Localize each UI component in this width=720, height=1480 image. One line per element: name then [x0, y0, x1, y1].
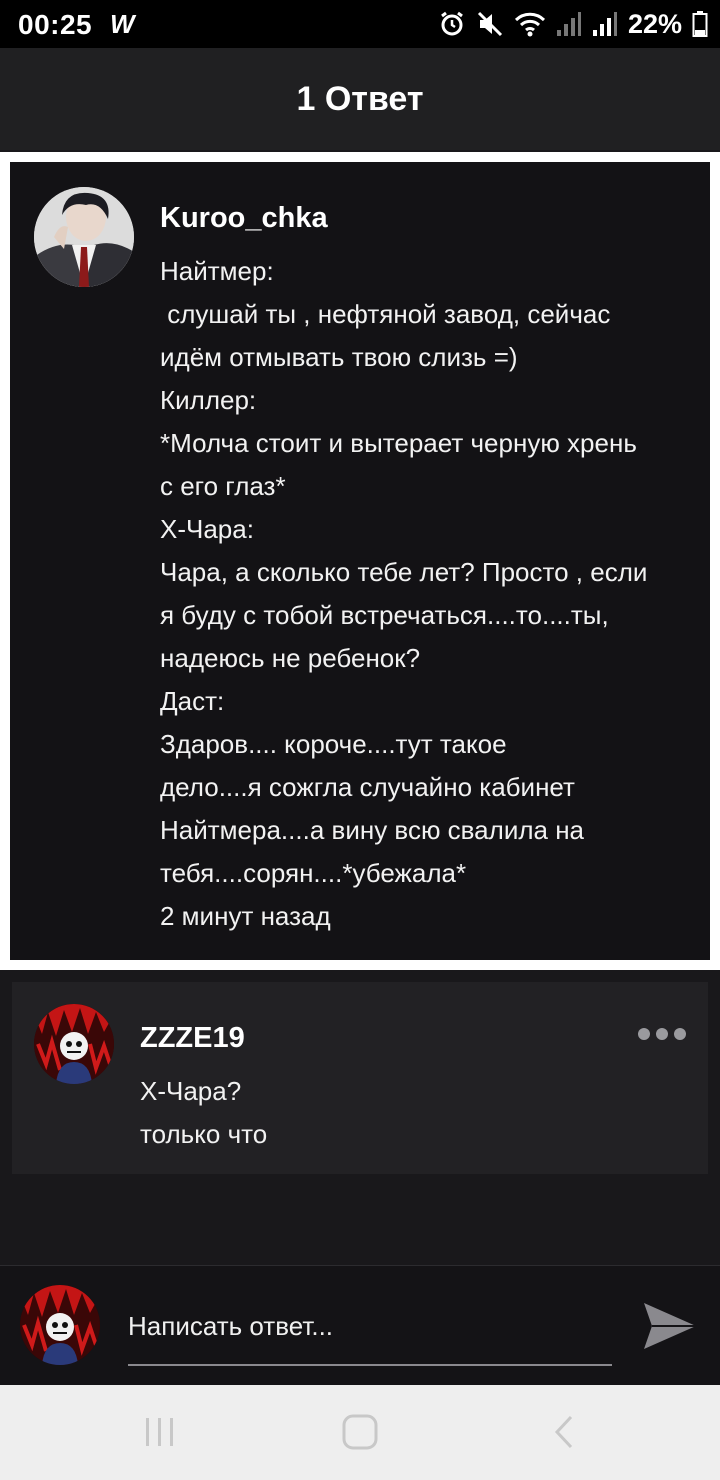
original-comment: Kuroo_chka Найтмер: слушай ты , нефтяной…	[10, 162, 710, 960]
post-line: идём отмывать твою слизь =)	[160, 342, 518, 372]
post-line: слушай ты , нефтяной завод, сейчас	[160, 299, 611, 329]
header: 1 Ответ	[0, 48, 720, 150]
post-line: X-Чара:	[160, 514, 254, 544]
more-options-icon[interactable]	[638, 1026, 690, 1042]
signal-icon	[592, 10, 618, 38]
post-line: Чара, а сколько тебе лет? Просто , если	[160, 557, 648, 587]
post-line: *Молча стоит и вытерает черную хрень	[160, 428, 637, 458]
post-frame: Kuroo_chka Найтмер: слушай ты , нефтяной…	[0, 152, 720, 970]
battery-percentage: 22%	[627, 8, 682, 39]
post-line: Здаров.... короче....тут такое	[160, 729, 507, 759]
wifi-icon	[514, 10, 546, 38]
post-line: Даст:	[160, 686, 225, 716]
send-button[interactable]	[640, 1296, 700, 1356]
system-nav-bar	[0, 1385, 720, 1480]
status-time: 00:25	[18, 9, 93, 40]
reply-body: X-Чара? только что	[140, 1070, 267, 1156]
back-button[interactable]	[546, 1412, 582, 1452]
post-line: тебя....сорян....*убежала*	[160, 858, 467, 888]
status-icons: 22%	[438, 8, 708, 40]
recent-apps-icon	[146, 1418, 173, 1446]
reply-composer	[0, 1265, 720, 1385]
reply-username[interactable]: ZZZE19	[140, 1022, 245, 1055]
post-body: Найтмер: слушай ты , нефтяной завод, сей…	[160, 250, 700, 938]
home-icon	[342, 1414, 378, 1450]
wattpad-notification-icon: W	[110, 9, 135, 39]
reply-input[interactable]	[128, 1294, 612, 1366]
reply-comment: ZZZE19 X-Чара? только что	[12, 982, 708, 1174]
post-line: Найтмер:	[160, 256, 274, 286]
avatar[interactable]	[34, 1004, 114, 1084]
post-line: Найтмера....а вину всю свалила на	[160, 815, 585, 845]
page-title: 1 Ответ	[296, 79, 424, 118]
send-icon	[644, 1303, 696, 1349]
post-timestamp: 2 минут назад	[160, 901, 331, 931]
status-bar: 00:25 W 22%	[0, 0, 720, 48]
reply-text: X-Чара?	[140, 1076, 242, 1106]
post-line: Киллер:	[160, 385, 257, 415]
post-username[interactable]: Kuroo_chka	[160, 202, 328, 235]
avatar	[20, 1285, 100, 1365]
battery-icon	[692, 10, 708, 38]
post-line: дело....я сожгла случайно кабинет	[160, 772, 575, 802]
post-line: надеюсь не ребенок?	[160, 643, 421, 673]
back-icon	[554, 1415, 573, 1449]
signal-icon	[556, 10, 582, 38]
post-line: я буду с тобой встречаться....то....ты,	[160, 600, 609, 630]
mute-icon	[476, 10, 504, 38]
recent-apps-button[interactable]	[140, 1412, 180, 1452]
post-line: с его глаз*	[160, 471, 286, 501]
alarm-icon	[438, 10, 466, 38]
home-button[interactable]	[340, 1412, 380, 1452]
reply-timestamp: только что	[140, 1119, 268, 1149]
avatar[interactable]	[34, 187, 134, 287]
